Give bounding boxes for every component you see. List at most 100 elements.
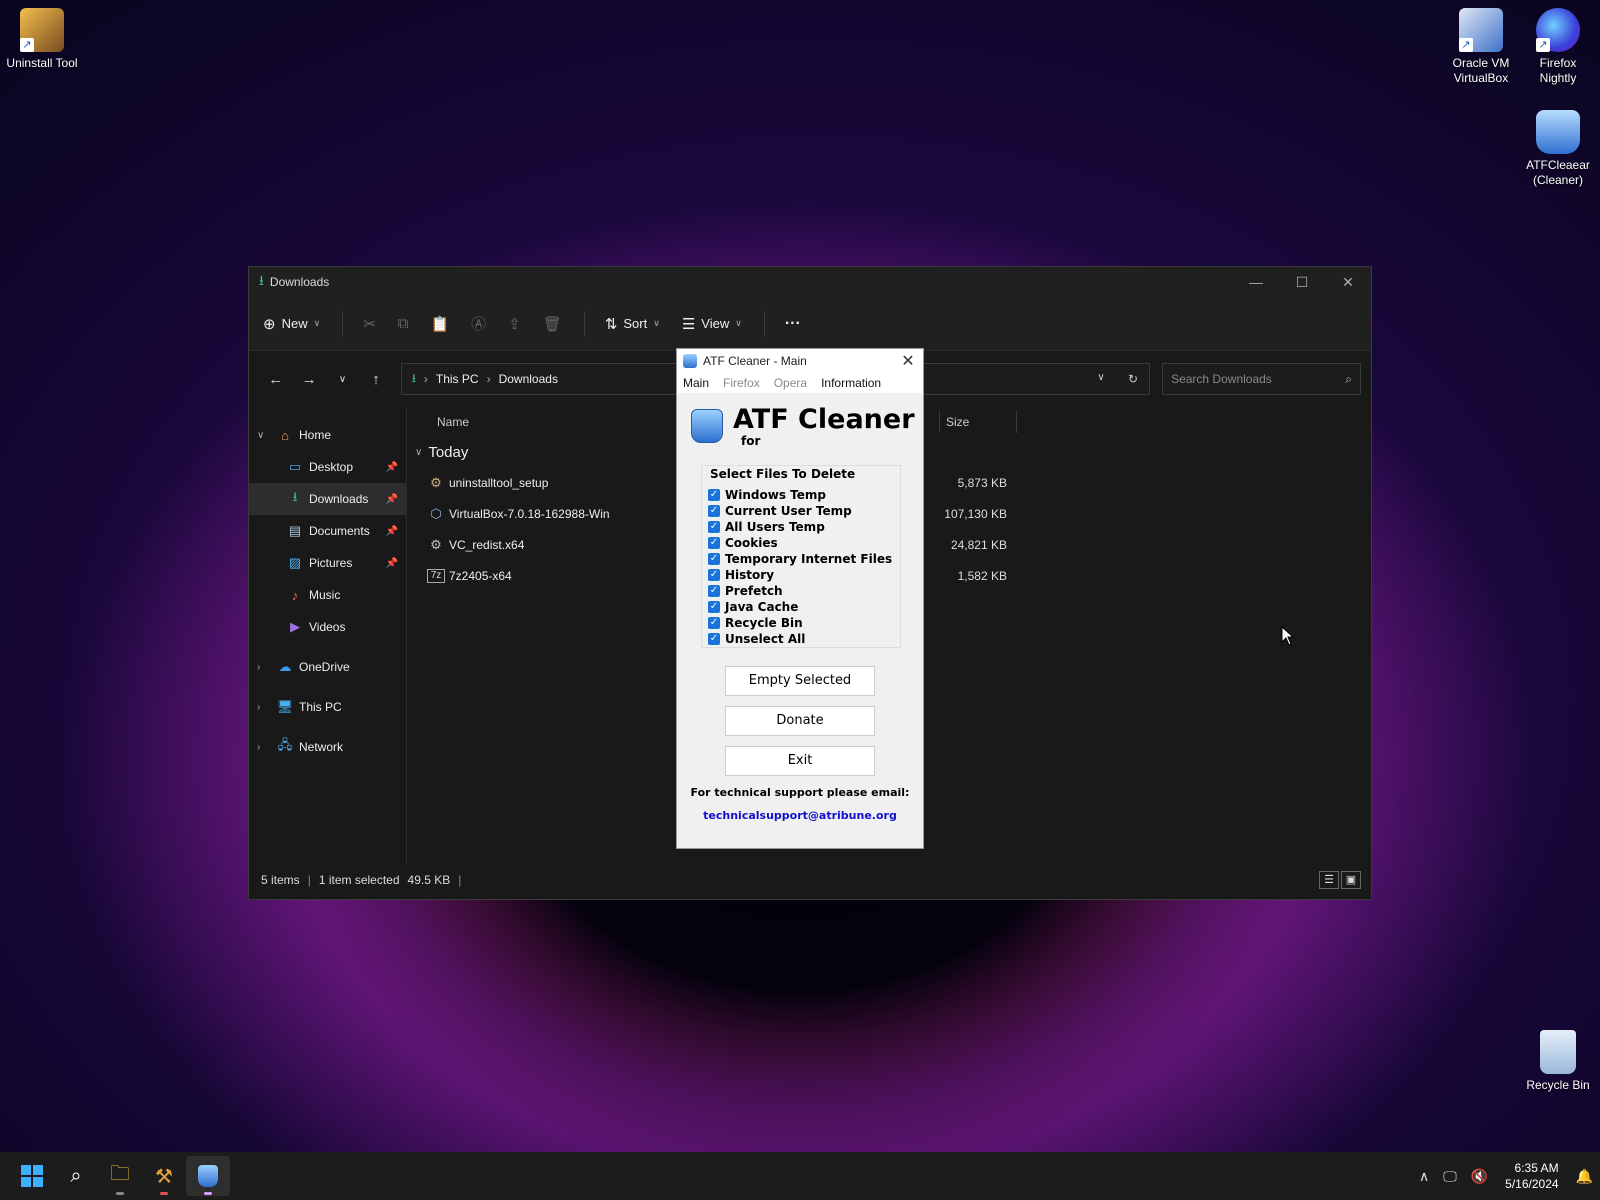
minimize-button[interactable]: — <box>1233 274 1279 291</box>
navigation-pane: ∨ ⌂ Home ▭ Desktop 📌 ⭳ Downloads 📌 ▤ Doc… <box>249 407 407 865</box>
expand-chevron-icon[interactable]: ∨ <box>257 430 275 441</box>
installer-icon: ⚙ <box>430 536 442 552</box>
atf-titlebar[interactable]: ATF Cleaner - Main ✕ <box>677 349 923 373</box>
checkbox-current-user-temp[interactable]: ✓ Current User Temp <box>708 503 900 519</box>
menu-item-main[interactable]: Main <box>683 376 709 390</box>
search-button[interactable]: ⌕ <box>54 1156 98 1196</box>
nav-item-home[interactable]: ∨ ⌂ Home <box>249 419 406 451</box>
system-tray: ∧ 🖵 🔇 6:35 AM 5/16/2024 🔔 <box>1412 1160 1600 1192</box>
search-input[interactable]: Search Downloads <box>1171 372 1272 386</box>
nav-item-music[interactable]: ♪ Music <box>249 579 406 611</box>
back-button[interactable]: ← <box>259 371 292 388</box>
nav-item-downloads[interactable]: ⭳ Downloads 📌 <box>249 483 406 515</box>
desktop-icon-recycle-bin[interactable]: Recycle Bin <box>1516 1030 1600 1093</box>
menu-item-opera[interactable]: Opera <box>774 376 807 390</box>
file-size: 24,821 KB <box>950 537 1007 552</box>
taskbar-uninstall-tool[interactable]: ⚒ <box>142 1156 186 1196</box>
copy-button[interactable]: ⧉ <box>398 315 409 332</box>
group-label: Select Files To Delete <box>710 467 856 481</box>
menu-item-firefox[interactable]: Firefox <box>723 376 760 390</box>
up-button[interactable]: ↑ <box>359 371 392 388</box>
taskbar-file-explorer[interactable]: 🗀 <box>98 1156 142 1196</box>
home-icon: ⌂ <box>281 427 289 443</box>
clock[interactable]: 6:35 AM 5/16/2024 <box>1505 1160 1558 1192</box>
delete-button[interactable]: 🗑 <box>543 315 562 333</box>
maximize-button[interactable]: ☐ <box>1279 274 1325 291</box>
volume-muted-icon[interactable]: 🔇 <box>1471 1168 1488 1185</box>
expand-chevron-icon[interactable]: › <box>257 742 275 753</box>
recent-locations-button[interactable]: ∨ <box>326 374 359 385</box>
checkmark-icon: ✓ <box>708 489 720 501</box>
column-header-size[interactable]: Size <box>939 411 1017 433</box>
donate-button[interactable]: Donate <box>725 706 875 736</box>
notification-icon[interactable]: 🔔 <box>1576 1168 1593 1185</box>
checkmark-icon: ✓ <box>708 601 720 613</box>
desktop-icon-label: (Cleaner) <box>1532 173 1583 187</box>
start-button[interactable] <box>10 1156 54 1196</box>
taskbar-atf-cleaner[interactable] <box>186 1156 230 1196</box>
nav-item-documents[interactable]: ▤ Documents 📌 <box>249 515 406 547</box>
refresh-icon[interactable]: ↻ <box>1117 372 1149 386</box>
desktop-icon-uninstall-tool[interactable]: ↗ Uninstall Tool <box>0 8 84 71</box>
clock-date: 5/16/2024 <box>1505 1177 1559 1191</box>
details-view-icon[interactable]: ☰ <box>1319 871 1339 889</box>
paste-button[interactable]: 📋 <box>430 315 449 333</box>
checkbox-prefetch[interactable]: ✓ Prefetch <box>708 583 900 599</box>
desktop-icon-atf-cleaner[interactable]: ATFCleaear (Cleaner) <box>1516 110 1600 188</box>
explorer-titlebar[interactable]: ⭳ Downloads — ☐ ✕ <box>249 267 1371 297</box>
search-box[interactable]: Search Downloads ⌕ <box>1162 363 1361 395</box>
new-button[interactable]: ⊕ New ∨ <box>263 315 320 333</box>
nav-item-pictures[interactable]: ▨ Pictures 📌 <box>249 547 406 579</box>
breadcrumb-this-pc[interactable]: This PC <box>436 372 479 386</box>
shortcut-arrow-icon: ↗ <box>1536 38 1550 52</box>
command-bar: ⊕ New ∨ ✂ ⧉ 📋 Ⓐ ⇪ 🗑 ⇅ Sort ∨ ☰ View ∨ ··… <box>249 297 1371 351</box>
show-hidden-icons-chevron-icon[interactable]: ∧ <box>1419 1168 1429 1185</box>
checkbox-recycle-bin[interactable]: ✓ Recycle Bin <box>708 615 900 631</box>
checkbox-history[interactable]: ✓ History <box>708 567 900 583</box>
menu-item-information[interactable]: Information <box>821 376 881 390</box>
checkbox-windows-temp[interactable]: ✓ Windows Temp <box>708 487 900 503</box>
desktop-icon-firefox-nightly[interactable]: ↗ Firefox Nightly <box>1516 8 1600 86</box>
forward-button[interactable]: → <box>292 371 325 388</box>
empty-selected-button[interactable]: Empty Selected <box>725 666 875 696</box>
trash-icon: 🗑 <box>542 315 562 333</box>
more-options-button[interactable]: ··· <box>785 315 801 333</box>
close-button[interactable]: ✕ <box>1325 274 1371 291</box>
network-icon[interactable]: 🖵 <box>1443 1168 1457 1185</box>
rename-button[interactable]: Ⓐ <box>471 313 486 334</box>
nav-label: Desktop <box>309 460 354 474</box>
ellipsis-icon: ··· <box>784 314 801 332</box>
download-icon: ⭳ <box>411 370 416 385</box>
desktop-icon-virtualbox[interactable]: ↗ Oracle VM VirtualBox <box>1439 8 1523 86</box>
nav-item-network[interactable]: › 🖧 Network <box>249 731 406 763</box>
checkbox-temporary-internet-files[interactable]: ✓ Temporary Internet Files <box>708 551 900 567</box>
checkbox-label: Cookies <box>725 536 778 550</box>
copy-icon: ⧉ <box>397 315 409 332</box>
nav-item-videos[interactable]: ▶ Videos <box>249 611 406 643</box>
share-button[interactable]: ⇪ <box>508 315 521 333</box>
nav-item-onedrive[interactable]: › ☁ OneDrive <box>249 651 406 683</box>
rename-icon: Ⓐ <box>471 316 487 333</box>
checkbox-unselect-all[interactable]: ✓ Unselect All <box>708 631 900 647</box>
nav-item-desktop[interactable]: ▭ Desktop 📌 <box>249 451 406 483</box>
exit-button[interactable]: Exit <box>725 746 875 776</box>
checkbox-cookies[interactable]: ✓ Cookies <box>708 535 900 551</box>
checkbox-java-cache[interactable]: ✓ Java Cache <box>708 599 900 615</box>
column-header-name[interactable]: Name <box>437 415 469 429</box>
checkbox-all-users-temp[interactable]: ✓ All Users Temp <box>708 519 900 535</box>
expand-chevron-icon[interactable]: › <box>257 702 275 713</box>
running-indicator <box>116 1192 124 1195</box>
sort-button[interactable]: ⇅ Sort ∨ <box>605 315 660 333</box>
expand-chevron-icon[interactable]: › <box>257 662 275 673</box>
toolbar-separator <box>342 310 344 337</box>
close-icon[interactable]: ✕ <box>893 351 923 371</box>
breadcrumb-chevron-icon: › <box>423 372 428 386</box>
tiles-view-icon[interactable]: ▣ <box>1341 871 1361 889</box>
nav-item-this-pc[interactable]: › 🖥 This PC <box>249 691 406 723</box>
mouse-cursor-icon <box>1281 626 1295 646</box>
view-button[interactable]: ☰ View ∨ <box>682 315 742 333</box>
support-email-link[interactable]: technicalsupport@atribune.org <box>677 809 923 822</box>
address-dropdown-icon[interactable]: ∨ <box>1085 372 1117 386</box>
breadcrumb-downloads[interactable]: Downloads <box>499 372 558 386</box>
cut-button[interactable]: ✂ <box>363 315 376 333</box>
